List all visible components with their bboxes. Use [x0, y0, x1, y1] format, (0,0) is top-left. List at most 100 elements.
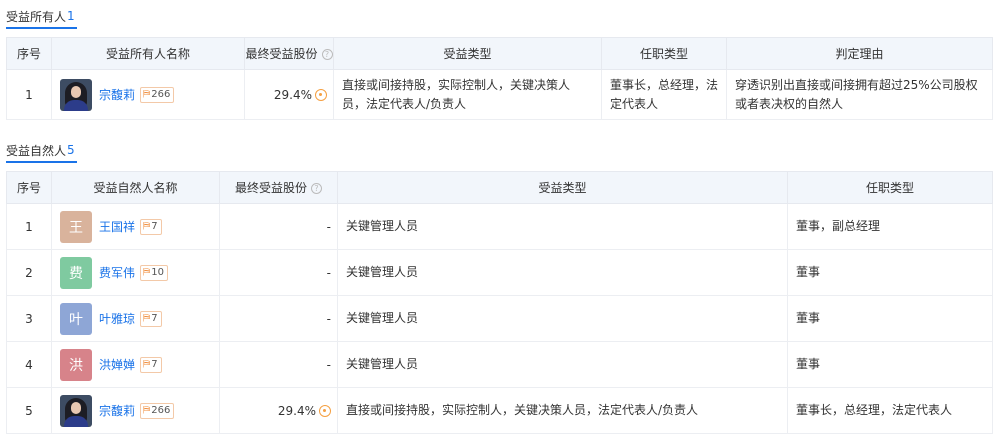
avatar[interactable] — [60, 394, 92, 427]
company-tag-icon: ⛿ — [143, 89, 151, 100]
company-count-tag[interactable]: ⛿ 10 — [140, 264, 169, 281]
company-count: 10 — [151, 267, 165, 278]
col-header-benefit-type: 受益类型 — [337, 171, 788, 204]
company-count: 7 — [151, 221, 158, 232]
company-tag-icon: ⛿ — [143, 405, 151, 416]
person-name-link[interactable]: 费军伟 — [99, 264, 135, 281]
col-header-final-share-label: 最终受益股份 — [234, 181, 307, 195]
position-cell: 董事长，总经理，法定代表人 — [601, 69, 727, 120]
person-name-link[interactable]: 宗馥莉 — [99, 86, 135, 103]
target-icon[interactable] — [315, 88, 327, 101]
share-cell: - — [219, 203, 338, 250]
avatar-initial: 费 — [69, 265, 83, 282]
persons-header-row: 序号 受益自然人名称 最终受益股份? 受益类型 任职类型 — [6, 171, 993, 204]
col-header-person-name: 受益自然人名称 — [51, 171, 220, 204]
col-header-owner-name: 受益所有人名称 — [51, 37, 245, 70]
owners-title-text: 受益所有人 — [6, 9, 67, 24]
position-cell: 董事 — [787, 341, 993, 388]
benefit-type-cell: 直接或间接持股，实际控制人，关键决策人员，法定代表人/负责人 — [333, 69, 602, 120]
owners-title-underline — [6, 27, 77, 29]
persons-title-underline — [6, 161, 77, 163]
avatar[interactable]: 王 — [60, 210, 92, 243]
person-cell: 叶 叶雅琼 ⛿ 7 — [51, 295, 220, 342]
company-count-tag[interactable]: ⛿ 7 — [140, 218, 162, 235]
col-header-position: 任职类型 — [601, 37, 727, 70]
benefit-type-cell: 关键管理人员 — [337, 295, 788, 342]
company-tag-icon: ⛿ — [143, 313, 151, 324]
person-name-link[interactable]: 宗馥莉 — [99, 402, 135, 419]
share-cell: - — [219, 341, 338, 388]
table-row: 5 宗馥莉 ⛿ 266 29.4% 直接或间接持股，实际控制人，关键决策人员，法定… — [6, 387, 993, 434]
owner-cell: 宗馥莉 ⛿ 266 — [51, 69, 245, 120]
company-count: 7 — [151, 313, 158, 324]
company-count-tag[interactable]: ⛿ 266 — [140, 86, 175, 103]
owners-header-row: 序号 受益所有人名称 最终受益股份? 受益类型 任职类型 判定理由 — [6, 37, 993, 70]
avatar[interactable]: 叶 — [60, 302, 92, 335]
col-header-final-share-label: 最终受益股份 — [245, 47, 318, 61]
question-circle-icon[interactable]: ? — [321, 49, 333, 60]
persons-count: 5 — [67, 143, 75, 157]
row-index: 4 — [6, 341, 52, 388]
share-value: 29.4% — [277, 403, 316, 418]
share-cell: - — [219, 295, 338, 342]
person-name-link[interactable]: 叶雅琼 — [99, 310, 135, 327]
row-index: 3 — [6, 295, 52, 342]
person-cell: 洪 洪婵婵 ⛿ 7 — [51, 341, 220, 388]
col-header-reason: 判定理由 — [726, 37, 993, 70]
row-index: 1 — [6, 69, 52, 120]
owners-count: 1 — [67, 9, 75, 23]
position-cell: 董事 — [787, 249, 993, 296]
company-tag-icon: ⛿ — [143, 267, 151, 278]
position-cell: 董事，副总经理 — [787, 203, 993, 250]
avatar-initial: 叶 — [69, 311, 83, 328]
company-count: 266 — [151, 405, 171, 416]
company-count: 7 — [151, 359, 158, 370]
company-count-tag[interactable]: ⛿ 7 — [140, 310, 162, 327]
persons-table: 序号 受益自然人名称 最终受益股份? 受益类型 任职类型 1 王 王国祥 ⛿ 7 … — [6, 171, 993, 434]
benefit-type-cell: 关键管理人员 — [337, 249, 788, 296]
position-cell: 董事长，总经理，法定代表人 — [787, 387, 993, 434]
avatar[interactable]: 费 — [60, 256, 92, 289]
person-cell: 费 费军伟 ⛿ 10 — [51, 249, 220, 296]
target-icon[interactable] — [319, 404, 331, 417]
avatar-initial: 洪 — [69, 357, 83, 374]
row-index: 2 — [6, 249, 52, 296]
col-header-benefit-type: 受益类型 — [333, 37, 602, 70]
company-count-tag[interactable]: ⛿ 7 — [140, 356, 162, 373]
table-row: 4 洪 洪婵婵 ⛿ 7 - 关键管理人员 董事 — [6, 341, 993, 388]
persons-title-text: 受益自然人 — [6, 143, 67, 158]
table-row: 2 费 费军伟 ⛿ 10 - 关键管理人员 董事 — [6, 249, 993, 296]
question-circle-icon[interactable]: ? — [311, 183, 322, 194]
col-header-index: 序号 — [6, 37, 52, 70]
company-count-tag[interactable]: ⛿ 266 — [140, 402, 175, 419]
share-cell: 29.4% — [244, 69, 334, 120]
table-row: 3 叶 叶雅琼 ⛿ 7 - 关键管理人员 董事 — [6, 295, 993, 342]
share-cell: - — [219, 249, 338, 296]
position-cell: 董事 — [787, 295, 993, 342]
avatar[interactable] — [60, 78, 92, 111]
benefit-type-cell: 关键管理人员 — [337, 203, 788, 250]
person-name-link[interactable]: 王国祥 — [99, 218, 135, 235]
row-index: 1 — [6, 203, 52, 250]
owners-table: 序号 受益所有人名称 最终受益股份? 受益类型 任职类型 判定理由 1 宗馥莉 … — [6, 37, 993, 120]
reason-cell: 穿透识别出直接或间接拥有超过25%公司股权或者表决权的自然人 — [726, 69, 993, 120]
company-tag-icon: ⛿ — [143, 359, 151, 370]
avatar[interactable]: 洪 — [60, 348, 92, 381]
benefit-type-cell: 直接或间接持股，实际控制人，关键决策人员，法定代表人/负责人 — [337, 387, 788, 434]
share-value: 29.4% — [273, 87, 312, 102]
table-row: 1 王 王国祥 ⛿ 7 - 关键管理人员 董事，副总经理 — [6, 203, 993, 250]
company-count: 266 — [151, 89, 171, 100]
table-row: 1 宗馥莉 ⛿ 266 29.4% 直接或间接持股，实际控制人，关键决策人员，法定… — [6, 69, 993, 120]
company-tag-icon: ⛿ — [143, 221, 151, 232]
person-cell: 王 王国祥 ⛿ 7 — [51, 203, 220, 250]
col-header-index: 序号 — [6, 171, 52, 204]
benefit-type-cell: 关键管理人员 — [337, 341, 788, 388]
col-header-final-share: 最终受益股份? — [244, 37, 334, 70]
person-name-link[interactable]: 洪婵婵 — [99, 356, 135, 373]
row-index: 5 — [6, 387, 52, 434]
col-header-final-share: 最终受益股份? — [219, 171, 338, 204]
owners-section-title: 受益所有人 1 — [6, 6, 77, 29]
col-header-position: 任职类型 — [787, 171, 993, 204]
avatar-initial: 王 — [69, 219, 83, 236]
persons-section-title: 受益自然人 5 — [6, 140, 77, 163]
